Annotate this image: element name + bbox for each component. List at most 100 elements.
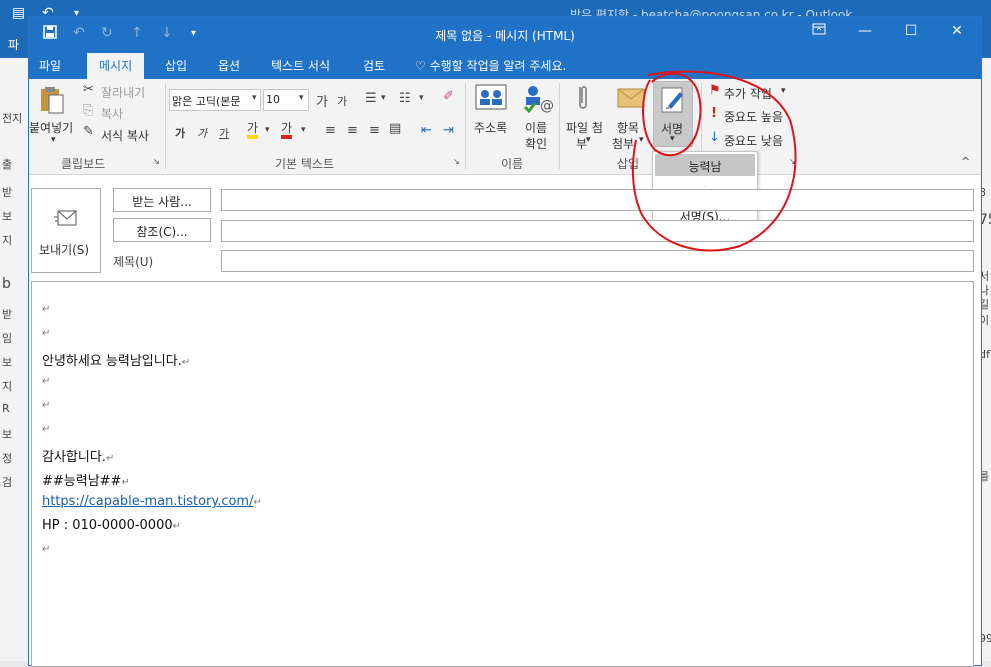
font-size-dropdown-icon[interactable]: ▾ [299,93,304,103]
paragraph-mark: ↵ [42,400,51,411]
blog-link[interactable]: https://capable-man.tistory.com/ [42,494,253,509]
tell-me-box[interactable]: ♡ 수행할 작업을 알려 주세요. [415,57,566,74]
left-pane-item[interactable]: 받 [2,306,12,322]
close-icon[interactable]: ✕ [945,23,969,39]
font-color-icon[interactable]: 가 [281,121,293,139]
address-book-icon[interactable] [475,83,507,115]
left-pane-item[interactable]: 보 [2,426,12,442]
tags-launcher-icon[interactable]: ↘ [789,157,796,166]
paste-icon[interactable] [39,85,67,121]
paste-button[interactable]: 붙여넣기 [29,119,73,136]
check-names-button-line2[interactable]: 확인 [525,135,547,152]
tab-options[interactable]: 옵션 [218,57,240,74]
send-button[interactable]: 보내기(S) [31,188,101,273]
copy-icon[interactable]: ⎘ [83,103,93,118]
signature-name-text: ##능력남## [42,474,122,489]
check-names-button[interactable]: 이름 [525,119,547,136]
highlight-dropdown-icon[interactable]: ▾ [265,125,270,135]
left-pane-item[interactable]: R [2,402,10,415]
group-separator [465,83,466,169]
tab-review[interactable]: 검토 [363,57,385,74]
minimize-icon[interactable]: — [853,23,877,39]
format-painter-icon[interactable]: ✎ [83,124,94,139]
increase-indent-icon[interactable]: ⇥ [443,123,454,138]
numbering-dropdown-icon[interactable]: ▾ [419,93,424,103]
clipboard-launcher-icon[interactable]: ↘ [153,157,160,166]
paragraph-mark: ↵ [172,521,182,532]
group-label-clipboard: 클립보드 [61,157,106,171]
high-importance-icon[interactable]: ! [711,106,717,121]
tab-file[interactable]: 파일 [39,57,61,74]
decrease-indent-icon[interactable]: ⇤ [421,123,432,138]
font-name-combo[interactable]: 맑은 고딕(본문 [169,89,261,111]
address-book-button[interactable]: 주소록 [474,119,507,136]
align-center-icon[interactable]: ≡ [347,123,358,138]
left-pane-item[interactable]: 임 [2,330,12,346]
paragraph-mark: ↵ [121,477,130,488]
left-pane-item[interactable]: 전지 [2,110,22,126]
bullets-icon[interactable]: ☰ [365,91,377,106]
numbering-icon[interactable]: ☷ [399,91,411,106]
bold-icon[interactable]: 가 [175,125,185,141]
compose-window: ↶ ↻ ↑ ↓ ▾ 제목 없음 - 메시지 (HTML) — ☐ ✕ 파일 메시… [28,16,982,667]
attach-item-button[interactable]: 항목 [617,119,639,136]
shrink-font-icon[interactable]: 가 [337,93,347,109]
maximize-icon[interactable]: ☐ [899,23,923,39]
low-importance-button[interactable]: 중요도 낮음 [724,132,783,149]
subject-field[interactable] [221,250,974,272]
to-button[interactable]: 받는 사람... [113,188,211,212]
highlight-icon[interactable]: 가 [247,121,259,139]
left-pane-item[interactable]: 보 [2,354,12,370]
align-left-icon[interactable]: ≡ [325,123,336,138]
left-pane-item[interactable]: 정 [2,450,12,466]
attach-file-dropdown-icon[interactable]: ▾ [586,135,591,145]
follow-up-button[interactable]: 추가 작업 [724,85,772,102]
format-painter-button[interactable]: 서식 복사 [101,127,149,144]
left-pane-item[interactable]: b [2,276,11,292]
check-names-icon[interactable]: @ [523,83,554,117]
to-field[interactable] [221,189,974,211]
signature-item-neungryeoknam[interactable]: 능력남 [655,154,755,176]
cut-icon[interactable]: ✂ [83,82,94,97]
send-label: 보내기(S) [39,243,90,257]
left-pane-item[interactable]: 받 [2,184,12,200]
low-importance-icon[interactable]: ↓ [709,130,720,145]
attach-item-icon[interactable] [617,85,645,113]
left-pane-item[interactable]: 보 [2,208,12,224]
italic-icon[interactable]: 가 [197,125,207,141]
align-right-icon[interactable]: ≡ [369,123,380,138]
basic-text-launcher-icon[interactable]: ↘ [453,157,460,166]
left-pane-item[interactable]: 지 [2,232,12,248]
background-tab-file[interactable]: 파 [8,36,19,53]
ribbon-tab-bar: 파일 메시지 삽입 옵션 텍스트 서식 검토 ♡ 수행할 작업을 알려 주세요. [29,51,981,79]
follow-up-flag-icon[interactable]: ⚑ [709,83,721,98]
attach-item-button-line2[interactable]: 첨부 [612,135,634,152]
bullets-dropdown-icon[interactable]: ▾ [381,93,386,103]
left-pane-item[interactable]: 검 [2,474,12,490]
cc-button[interactable]: 참조(C)... [113,218,211,242]
message-body[interactable]: ↵ ↵ 안녕하세요 능력남입니다.↵ ↵ ↵ ↵ 감사합니다.↵ ##능력남##… [31,281,974,667]
signature-button[interactable]: 서명 ▾ [653,81,693,147]
ribbon-display-options-icon[interactable] [807,23,831,39]
cc-field[interactable] [221,220,974,242]
high-importance-button[interactable]: 중요도 높음 [724,108,783,125]
tab-message[interactable]: 메시지 [87,53,145,79]
copy-button[interactable]: 복사 [101,105,123,122]
clear-formatting-icon[interactable]: ✐ [443,89,454,104]
justify-icon[interactable]: ▤ [389,121,401,136]
tab-format-text[interactable]: 텍스트 서식 [271,57,330,74]
follow-up-dropdown-icon[interactable]: ▾ [781,86,786,96]
paste-dropdown-icon[interactable]: ▾ [51,135,56,145]
grow-font-icon[interactable]: 가 [316,91,328,110]
attach-item-dropdown-icon[interactable]: ▾ [639,135,644,145]
cut-button[interactable]: 잘라내기 [101,84,145,101]
left-pane-item[interactable]: 지 [2,378,12,394]
collapse-ribbon-icon[interactable]: ^ [961,155,970,168]
left-pane-item[interactable]: 출 [2,156,12,172]
tab-insert[interactable]: 삽입 [165,57,187,74]
font-name-dropdown-icon[interactable]: ▾ [252,93,257,103]
underline-icon[interactable]: 가 [219,125,229,141]
attach-file-icon[interactable] [575,83,591,119]
font-color-dropdown-icon[interactable]: ▾ [301,125,306,135]
attach-file-button[interactable]: 파일 첨 [566,119,603,136]
